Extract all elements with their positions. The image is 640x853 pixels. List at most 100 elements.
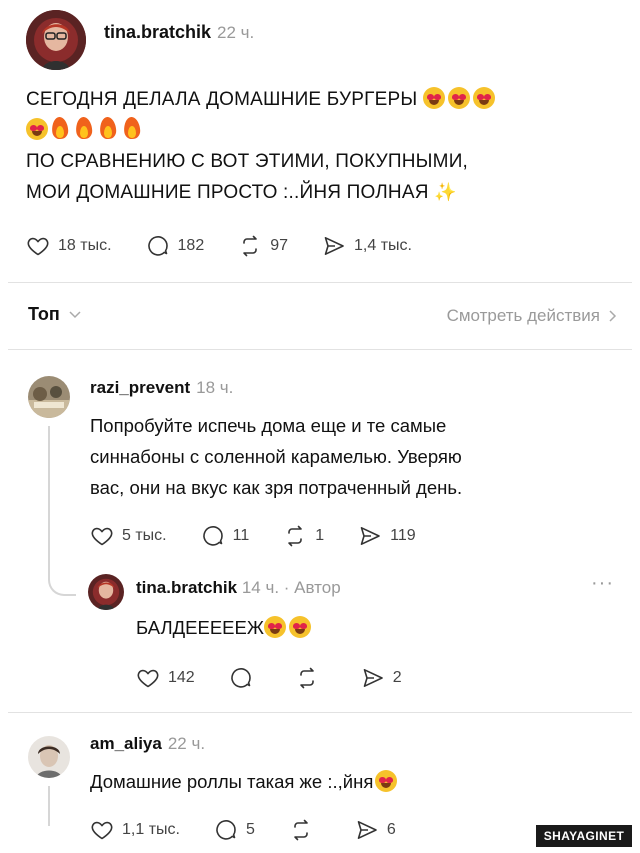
post-line-3: ПО СРАВНЕНИЮ С ВОТ ЭТИМИ, ПОКУПНЫМИ, — [26, 151, 469, 172]
avatar[interactable] — [28, 376, 70, 418]
fire-emoji-icon — [51, 116, 69, 140]
post-line-1: СЕГОДНЯ ДЕЛАЛА ДОМАШНИЕ БУРГЕРЫ — [26, 84, 626, 115]
share-button[interactable]: 2 — [361, 666, 402, 690]
repost-icon — [283, 524, 307, 548]
divider — [8, 349, 632, 350]
share-count: 1,4 тыс. — [354, 237, 412, 254]
like-count: 1,1 тыс. — [122, 821, 180, 838]
heart-icon — [136, 666, 160, 690]
comment-body: Домашние роллы такая же :.,йня — [90, 766, 400, 797]
share-button[interactable]: 6 — [355, 818, 396, 842]
more-dots-icon: ··· — [591, 572, 614, 594]
thread-card: tina.bratchik 22 ч. СЕГОДНЯ ДЕЛАЛА ДОМАШН… — [8, 6, 632, 844]
repost-button[interactable] — [289, 818, 321, 842]
watermark-logo: SHAYAGINET — [536, 825, 632, 847]
reply-username[interactable]: tina.bratchik — [136, 578, 237, 597]
avatar[interactable] — [26, 10, 86, 70]
post-actions: 18 тыс. 182 97 1,4 тыс. — [26, 234, 446, 258]
comment-count: 5 — [245, 821, 255, 838]
heart-eyes-emoji-icon — [375, 770, 398, 792]
comment-time: 22 ч. — [167, 734, 206, 753]
comment-username[interactable]: razi_prevent — [90, 378, 190, 397]
avatar-image-icon — [26, 10, 86, 70]
like-count: 142 — [168, 669, 195, 686]
heart-eyes-emoji-icon — [447, 87, 470, 109]
reply-body: БАЛДЕЕЕЕЕЖ — [136, 612, 314, 643]
repost-icon — [238, 234, 262, 258]
sparkles-emoji-icon: ✨ — [434, 182, 457, 202]
share-icon — [355, 818, 379, 842]
like-count: 5 тыс. — [122, 527, 167, 544]
repost-icon — [289, 818, 313, 842]
comment-icon — [214, 818, 238, 842]
post-line-2 — [26, 115, 626, 146]
more-options-button[interactable]: ··· — [591, 572, 614, 595]
comment-button[interactable]: 11 — [201, 524, 249, 548]
view-activity-link[interactable]: Смотреть действия — [447, 306, 618, 326]
repost-button[interactable]: 97 — [238, 234, 288, 258]
post-username[interactable]: tina.bratchik — [104, 22, 211, 42]
comment-body: Попробуйте испечь дома еще и те самые си… — [90, 415, 463, 498]
comment-author[interactable]: razi_prevent 18 ч. — [90, 378, 233, 398]
reply-author[interactable]: tina.bratchik 14 ч. · Автор — [136, 578, 341, 598]
thread-curve — [48, 546, 76, 596]
comment-icon — [146, 234, 170, 258]
reply-actions: 142 2 — [136, 666, 436, 690]
comment-count: 182 — [177, 237, 205, 254]
avatar-image-icon — [88, 574, 124, 610]
comment-time: 18 ч. — [196, 378, 234, 397]
chevron-right-icon — [609, 310, 617, 322]
avatar[interactable] — [88, 574, 124, 610]
heart-eyes-emoji-icon — [422, 87, 445, 109]
post-author[interactable]: tina.bratchik 22 ч. — [104, 22, 254, 43]
heart-eyes-emoji-icon — [263, 616, 286, 638]
divider — [8, 712, 632, 713]
fire-emoji-icon — [75, 116, 93, 140]
avatar-image-icon — [28, 376, 70, 418]
like-button[interactable]: 1,1 тыс. — [90, 818, 180, 842]
chevron-down-icon — [69, 310, 81, 318]
fire-emoji-icon — [99, 116, 117, 140]
repost-icon — [295, 666, 319, 690]
comment-button[interactable]: 182 — [146, 234, 205, 258]
avatar-image-icon — [28, 736, 70, 778]
repost-button[interactable] — [295, 666, 327, 690]
sort-dropdown[interactable]: Топ — [28, 304, 82, 325]
like-button[interactable]: 5 тыс. — [90, 524, 167, 548]
heart-icon — [90, 524, 114, 548]
heart-eyes-emoji-icon — [472, 87, 495, 109]
heart-icon — [26, 234, 50, 258]
share-button[interactable]: 119 — [358, 524, 416, 548]
like-count: 18 тыс. — [58, 237, 112, 254]
heart-eyes-emoji-icon — [26, 118, 48, 140]
share-button[interactable]: 1,4 тыс. — [322, 234, 412, 258]
like-button[interactable]: 18 тыс. — [26, 234, 112, 258]
comment-actions: 5 тыс. 11 1 119 — [90, 524, 450, 548]
censored-text: :.. — [283, 182, 300, 203]
comment-username[interactable]: am_aliya — [90, 734, 162, 753]
comment-author[interactable]: am_aliya 22 ч. — [90, 734, 205, 754]
share-count: 2 — [392, 669, 402, 686]
share-icon — [322, 234, 346, 258]
share-count: 6 — [386, 821, 396, 838]
post-body: СЕГОДНЯ ДЕЛАЛА ДОМАШНИЕ БУРГЕРЫ ПО СРАВН… — [26, 84, 626, 208]
post-time: 22 ч. — [217, 23, 255, 42]
fire-emoji-icon — [123, 116, 141, 140]
repost-button[interactable]: 1 — [283, 524, 324, 548]
repost-count: 1 — [315, 527, 325, 544]
share-icon — [361, 666, 385, 690]
thread-line — [48, 426, 50, 546]
heart-icon — [90, 818, 114, 842]
avatar[interactable] — [28, 736, 70, 778]
divider — [8, 282, 632, 283]
comment-actions: 1,1 тыс. 5 6 — [90, 818, 430, 842]
post-line-4: МОИ ДОМАШНИЕ ПРОСТО :..ЙНЯ ПОЛНАЯ ✨ — [26, 182, 457, 203]
comment-icon — [201, 524, 225, 548]
like-button[interactable]: 142 — [136, 666, 195, 690]
comment-button[interactable] — [229, 666, 261, 690]
repost-count: 97 — [270, 237, 289, 254]
comment-icon — [229, 666, 253, 690]
share-count: 119 — [390, 527, 416, 544]
comment-button[interactable]: 5 — [214, 818, 255, 842]
reply-time: 14 ч. · Автор — [241, 578, 341, 597]
